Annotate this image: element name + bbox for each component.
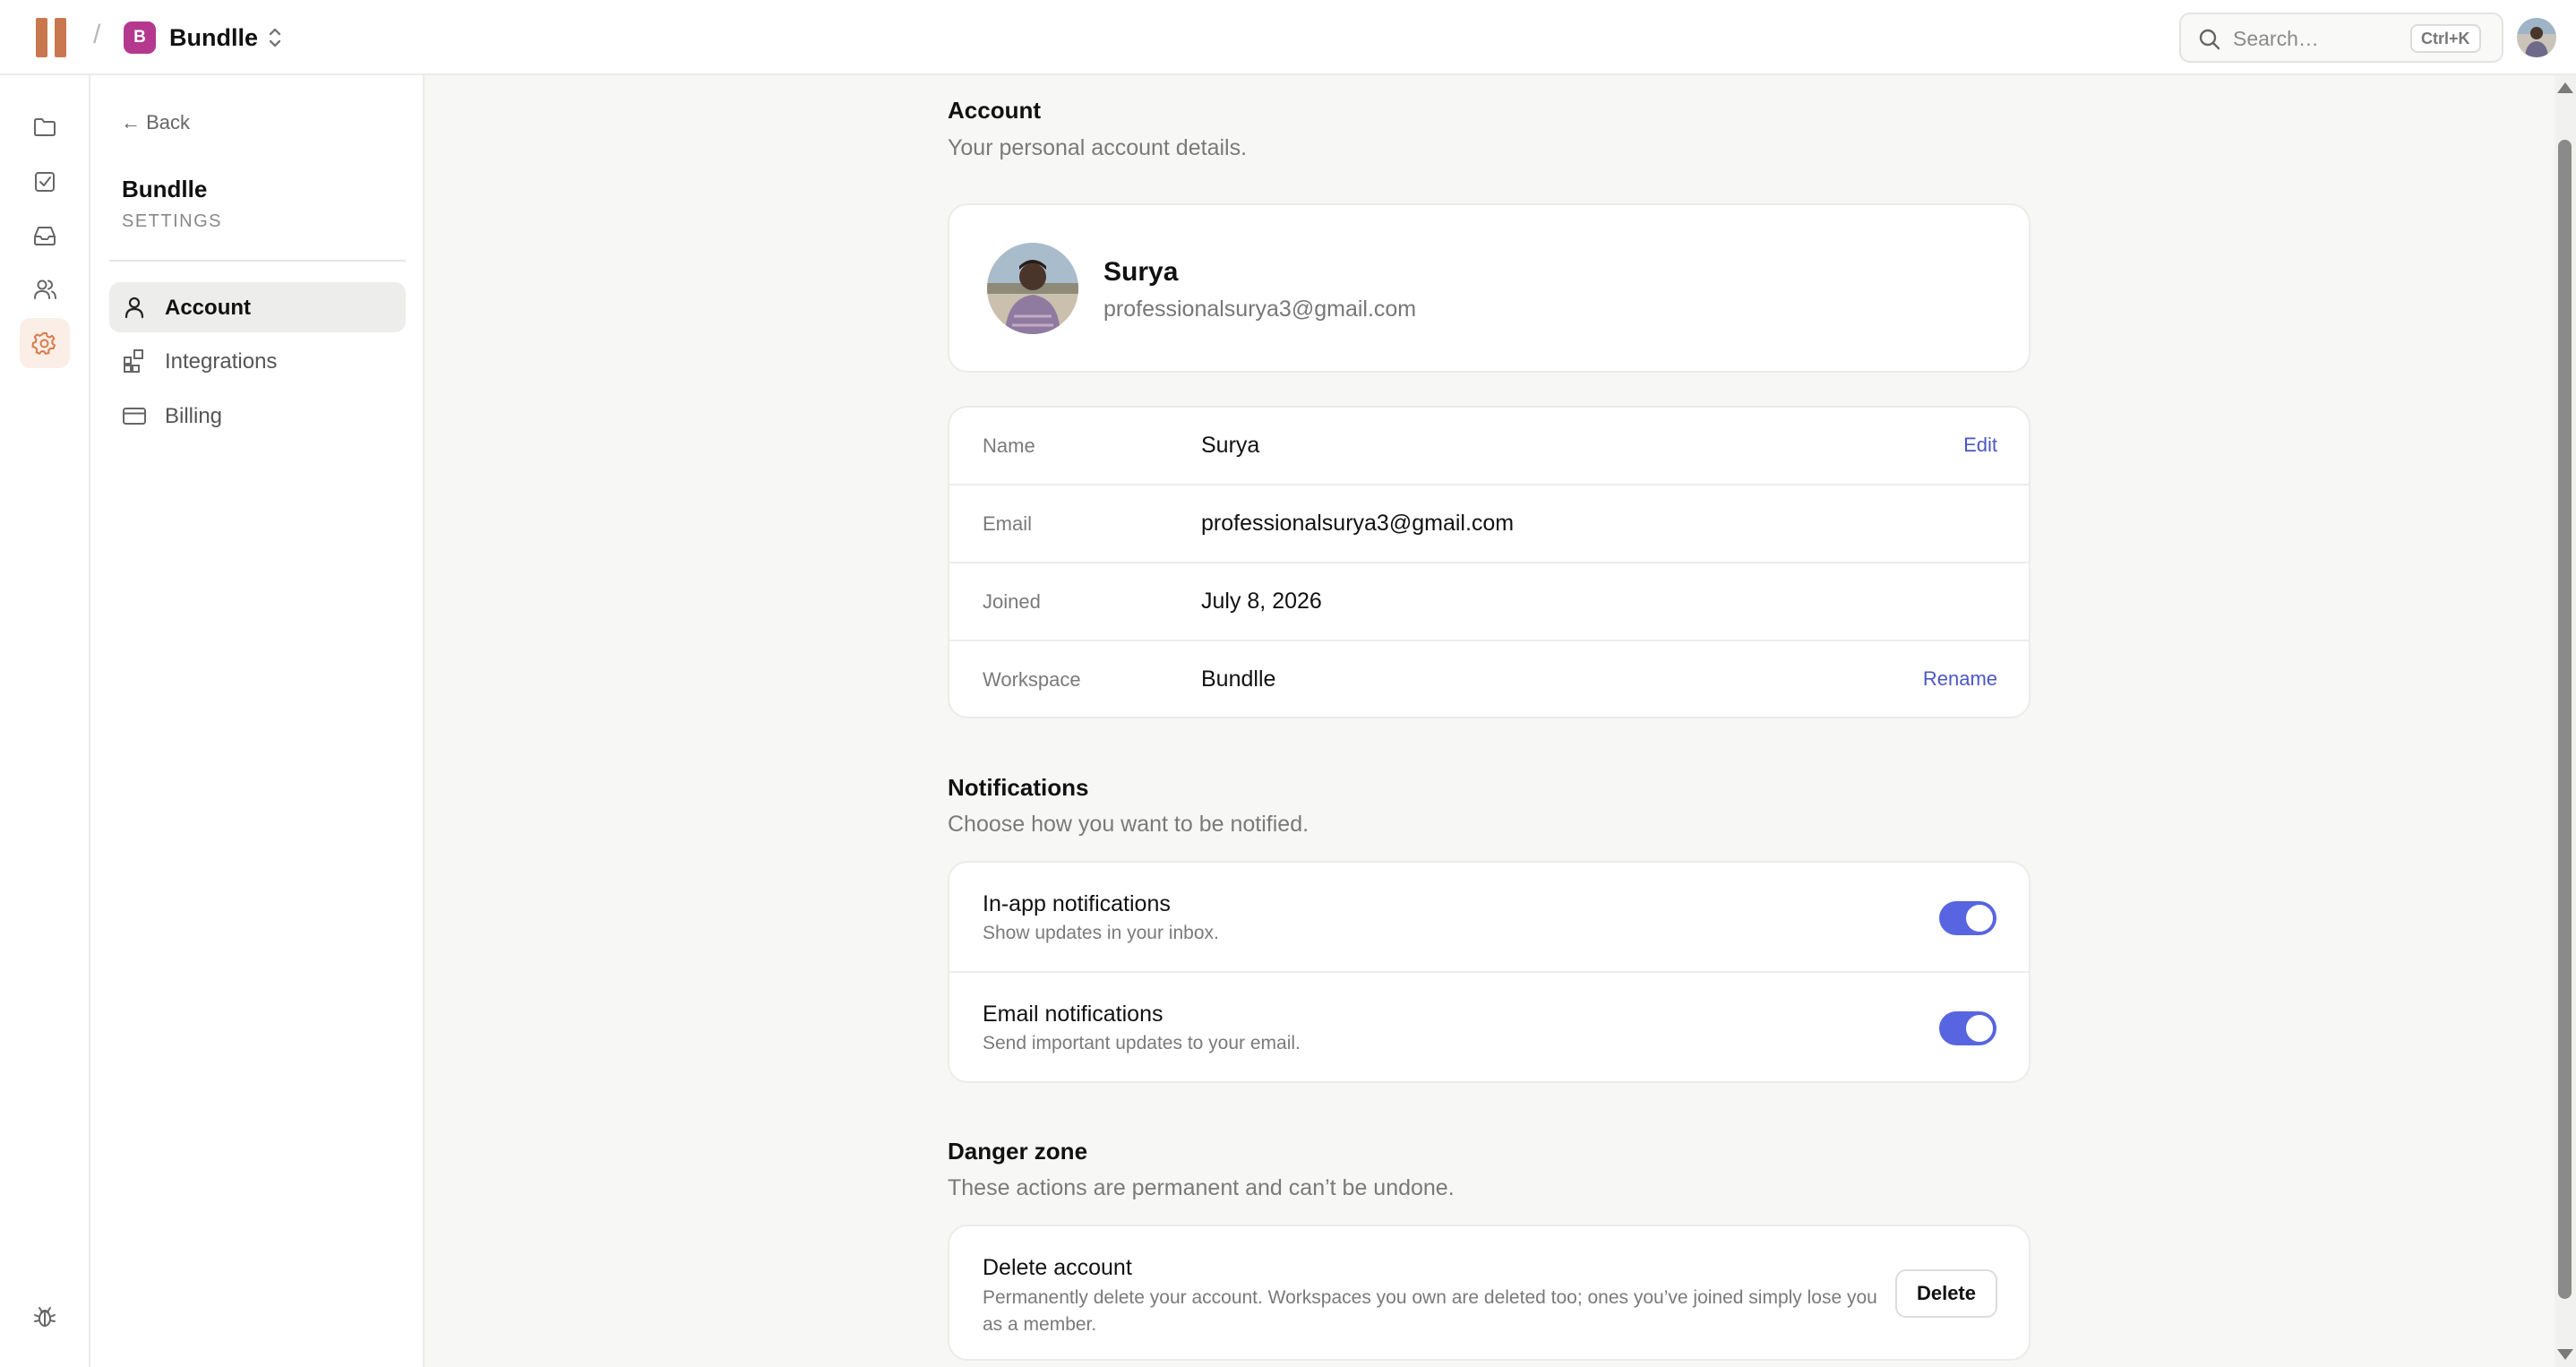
workspace-badge[interactable]: B bbox=[124, 21, 156, 54]
notification-title: Email notifications bbox=[983, 1002, 1163, 1027]
sidebar-item-label: Account bbox=[165, 296, 251, 320]
folder-icon[interactable] bbox=[20, 102, 70, 152]
notification-title: In-app notifications bbox=[983, 891, 1171, 916]
credit-card-icon bbox=[123, 408, 146, 425]
search-placeholder: Search… bbox=[2233, 27, 2319, 50]
search-input[interactable]: Search… Ctrl+K bbox=[2179, 13, 2503, 63]
rename-workspace-button[interactable]: Rename bbox=[1923, 667, 1997, 691]
notifications-subtitle: Choose how you want to be notified. bbox=[948, 812, 1309, 837]
sidebar-subtitle: SETTINGS bbox=[122, 211, 223, 231]
user-icon bbox=[125, 297, 144, 319]
profile-card: Surya professionalsurya3@gmail.com bbox=[948, 203, 2031, 373]
search-icon bbox=[2199, 29, 2220, 50]
notification-description: Send important updates to your email. bbox=[983, 1033, 1301, 1053]
sidebar-title: Bundlle bbox=[122, 176, 208, 202]
back-link[interactable]: ← Back bbox=[121, 111, 190, 134]
detail-row-workspace: Workspace Bundlle Rename bbox=[949, 641, 2029, 717]
check-square-icon[interactable] bbox=[20, 157, 70, 207]
account-subtitle: Your personal account details. bbox=[948, 135, 1248, 160]
account-details-card: Name Surya Edit Email professionalsurya3… bbox=[948, 406, 2031, 718]
detail-label: Email bbox=[983, 512, 1033, 535]
divider bbox=[109, 260, 406, 262]
detail-value: professionalsurya3@gmail.com bbox=[1201, 511, 1515, 536]
scrollbar-thumb[interactable] bbox=[2558, 140, 2572, 1299]
scroll-down-arrow-icon[interactable] bbox=[2557, 1349, 2573, 1360]
gear-icon[interactable] bbox=[20, 318, 70, 368]
detail-label: Name bbox=[983, 434, 1035, 457]
breadcrumb-separator: / bbox=[93, 20, 101, 49]
danger-zone-subtitle: These actions are permanent and can’t be… bbox=[948, 1175, 1455, 1200]
profile-email: professionalsurya3@gmail.com bbox=[1103, 297, 1417, 322]
users-icon[interactable] bbox=[20, 264, 70, 314]
detail-value: Bundlle bbox=[1201, 666, 1276, 692]
delete-account-button[interactable]: Delete bbox=[1894, 1269, 1997, 1318]
delete-account-title: Delete account bbox=[983, 1255, 1132, 1280]
danger-zone-title: Danger zone bbox=[948, 1138, 1088, 1165]
sidebar-item-account[interactable]: Account bbox=[109, 282, 406, 332]
notifications-card: In-app notifications Show updates in you… bbox=[948, 861, 2031, 1083]
account-title: Account bbox=[948, 97, 1041, 124]
email-notifications-row: Email notifications Send important updat… bbox=[949, 973, 2029, 1081]
edit-name-button[interactable]: Edit bbox=[1963, 434, 1997, 457]
detail-label: Workspace bbox=[983, 668, 1081, 691]
detail-row-email: Email professionalsurya3@gmail.com bbox=[949, 486, 2029, 563]
sidebar-item-billing[interactable]: Billing bbox=[109, 391, 406, 441]
avatar bbox=[987, 243, 1078, 334]
top-bar: / B Bundlle Search… Ctrl+K bbox=[0, 0, 2576, 75]
email-notifications-toggle[interactable] bbox=[1939, 1011, 1996, 1045]
settings-sidebar bbox=[90, 75, 425, 1367]
detail-value: Surya bbox=[1201, 433, 1260, 458]
detail-row-joined: Joined July 8, 2026 bbox=[949, 563, 2029, 641]
avatar[interactable] bbox=[2517, 18, 2556, 57]
notification-description: Show updates in your inbox. bbox=[983, 923, 1219, 943]
detail-value: July 8, 2026 bbox=[1201, 589, 1322, 614]
delete-account-description: Permanently delete your account. Workspa… bbox=[983, 1287, 1877, 1335]
in-app-notifications-row: In-app notifications Show updates in you… bbox=[949, 863, 2029, 973]
icon-rail bbox=[0, 75, 90, 1367]
profile-name: Surya bbox=[1103, 257, 1179, 287]
app-logo[interactable] bbox=[36, 18, 66, 57]
workspace-name[interactable]: Bundlle bbox=[169, 24, 258, 52]
sidebar-item-label: Billing bbox=[165, 404, 223, 428]
danger-zone-card: Delete account Permanently delete your a… bbox=[948, 1225, 2031, 1361]
in-app-notifications-toggle[interactable] bbox=[1939, 901, 1996, 935]
detail-row-name: Name Surya Edit bbox=[949, 408, 2029, 486]
grid-plus-icon bbox=[124, 349, 143, 373]
detail-label: Joined bbox=[983, 590, 1041, 613]
search-shortcut: Ctrl+K bbox=[2410, 24, 2481, 53]
notifications-title: Notifications bbox=[948, 774, 1089, 801]
sidebar-item-integrations[interactable]: Integrations bbox=[109, 336, 406, 386]
inbox-icon[interactable] bbox=[20, 211, 70, 261]
sidebar-item-label: Integrations bbox=[165, 349, 278, 374]
chevron-up-down-icon[interactable] bbox=[265, 24, 285, 51]
bug-icon[interactable] bbox=[20, 1292, 70, 1342]
scroll-up-arrow-icon[interactable] bbox=[2557, 82, 2573, 93]
